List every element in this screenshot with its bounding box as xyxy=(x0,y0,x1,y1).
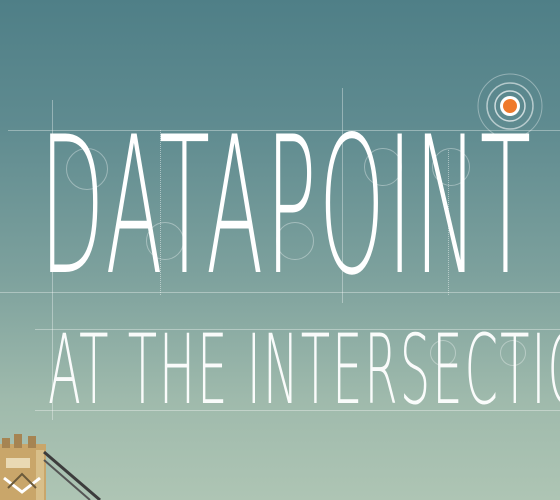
hero-banner: DATAPOINT AT THE INTERSECTION xyxy=(0,0,560,500)
page-title: DATAPOINT xyxy=(40,96,534,317)
page-subtitle: AT THE INTERSECTION xyxy=(48,314,560,426)
target-icon xyxy=(477,73,543,139)
bridge-illustration xyxy=(0,434,101,500)
